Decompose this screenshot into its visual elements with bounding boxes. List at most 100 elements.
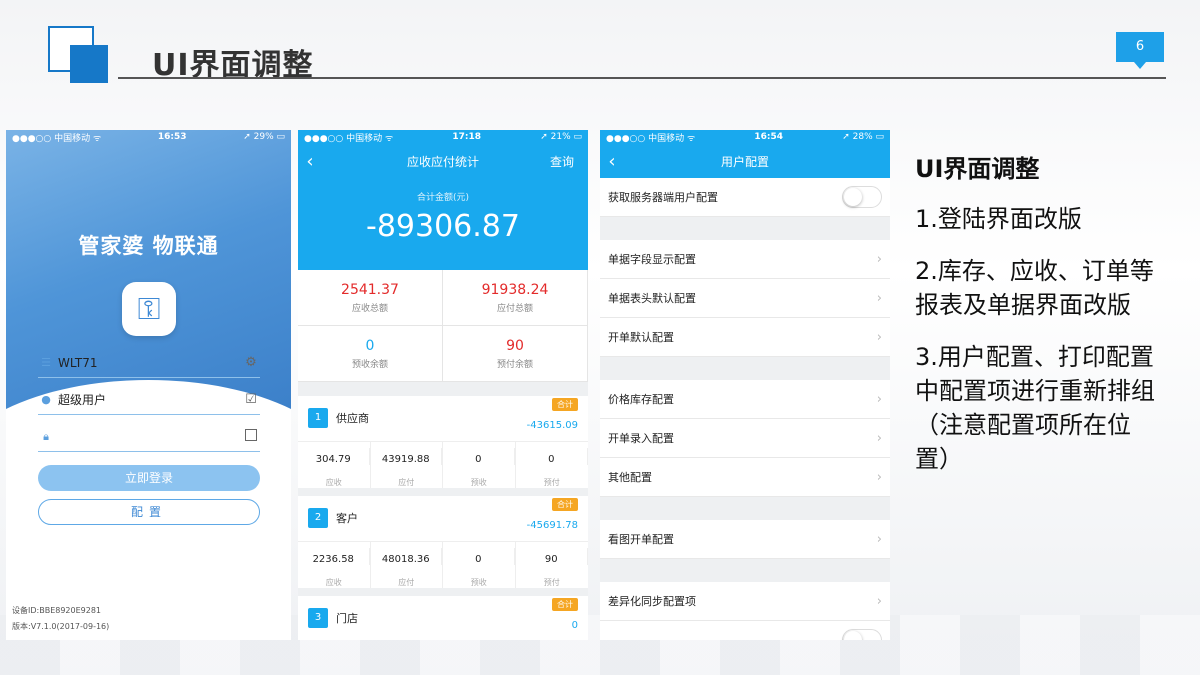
carrier-text: ●●●○○ 中国移动 ᯤ: [304, 133, 394, 144]
clock: 16:53: [157, 132, 187, 142]
card-index: 2: [308, 508, 328, 528]
login-screen: ●●●○○ 中国移动 ᯤ 16:53 ➚ 29% ▭ 管家婆 物联通 ⚿ ☰ W…: [6, 130, 291, 640]
password-field[interactable]: 🔒︎: [38, 422, 260, 452]
screen-title: 应收应付统计: [406, 154, 479, 169]
card-col: 43919.88 应付: [371, 442, 443, 488]
total-tag: 合计: [552, 498, 578, 511]
note-item-3: 3.用户配置、打印配置中配置项进行重新排组（注意配置项所在位置）: [915, 343, 1155, 473]
summary-value: 2541.37: [341, 282, 399, 298]
setting-header-default[interactable]: 单据表头默认配置 ›: [600, 279, 890, 318]
setting-label: 单据表头默认配置: [608, 292, 696, 305]
notes-heading: UI界面调整: [915, 155, 1040, 183]
user-icon: ●: [41, 393, 51, 406]
username-field[interactable]: ☰ WLT71 ⚙: [38, 348, 260, 378]
col-label: 应付: [398, 478, 415, 487]
chevron-right-icon: ›: [876, 531, 882, 547]
col-value: 2236.58: [298, 548, 370, 565]
setting-order-entry[interactable]: 开单录入配置 ›: [600, 419, 890, 458]
category-card-supplier[interactable]: 1 供应商 合计 -43615.09 304.79 应收 43919.88 应付 0…: [298, 396, 588, 488]
config-button[interactable]: 配置: [38, 499, 260, 525]
setting-partial[interactable]: [600, 621, 890, 640]
screen-title: 用户配置: [720, 154, 769, 169]
card-col: 304.79 应收: [298, 442, 371, 488]
setting-label: 开单录入配置: [608, 432, 674, 445]
col-value: 0: [443, 548, 515, 565]
summary-label: 应付总额: [496, 304, 533, 314]
carrier-text: ●●●○○ 中国移动 ᯤ: [12, 133, 102, 144]
setting-other[interactable]: 其他配置 ›: [600, 458, 890, 497]
setting-label: 其他配置: [608, 471, 652, 484]
col-label: 应收: [325, 578, 342, 587]
col-value: 43919.88: [371, 448, 442, 465]
summary-value: 90: [506, 338, 524, 354]
setting-price-stock[interactable]: 价格库存配置 ›: [600, 380, 890, 419]
setting-order-default[interactable]: 开单默认配置 ›: [600, 318, 890, 357]
total-tag: 合计: [552, 598, 578, 611]
status-bar: ●●●○○ 中国移动 ᯤ 17:18 ➚ 21% ▭: [298, 130, 588, 144]
category-card-customer[interactable]: 2 客户 合计 -45691.78 2236.58 应收 48018.36 应付 0…: [298, 496, 588, 588]
status-bar: ●●●○○ 中国移动 ᯤ 16:53 ➚ 29% ▭: [6, 130, 291, 144]
remember-checkbox[interactable]: [242, 428, 260, 445]
lock-icon: 🔒︎: [43, 429, 49, 443]
stats-header: ●●●○○ 中国移动 ᯤ 17:18 ➚ 21% ▭ ‹ 应收应付统计 查询 合…: [298, 130, 588, 270]
settings-header: ●●●○○ 中国移动 ᯤ 16:54 ➚ 28% ▭ ‹ 用户配置: [600, 130, 890, 178]
back-icon[interactable]: ‹: [298, 151, 322, 172]
login-button[interactable]: 立即登录: [38, 465, 260, 491]
setting-label: 开单默认配置: [608, 331, 674, 344]
col-value: 0: [443, 448, 515, 465]
setting-label: 获取服务器端用户配置: [608, 191, 718, 204]
setting-diff-sync[interactable]: 差异化同步配置项 ›: [600, 582, 890, 621]
summary-grid: 2541.37 应收总额 91938.24 应付总额 0 预收余额 90 预付余…: [298, 270, 588, 382]
partial-toggle[interactable]: [842, 629, 882, 640]
card-index: 3: [308, 608, 328, 628]
note-item-1: 1.登陆界面改版: [915, 205, 1082, 233]
list-icon: ☰: [41, 356, 51, 369]
clock: 16:54: [754, 132, 784, 142]
query-button[interactable]: 查询: [550, 153, 588, 170]
username-value: WLT71: [58, 355, 98, 370]
summary-receivable[interactable]: 2541.37 应收总额: [298, 270, 443, 326]
card-col: 0 预付: [516, 442, 588, 488]
stats-screen: ●●●○○ 中国移动 ᯤ 17:18 ➚ 21% ▭ ‹ 应收应付统计 查询 合…: [298, 130, 588, 640]
battery-text: ➚ 21% ▭: [540, 132, 582, 142]
chevron-right-icon: ›: [876, 391, 882, 407]
card-name: 客户: [336, 512, 358, 525]
col-label: 预收: [470, 578, 487, 587]
col-label: 应付: [398, 578, 415, 587]
total-value: -89306.87: [366, 209, 520, 244]
note-item-2: 2.库存、应收、订单等报表及单据界面改版: [915, 257, 1154, 319]
setting-field-display[interactable]: 单据字段显示配置 ›: [600, 240, 890, 279]
summary-value: 0: [365, 338, 375, 354]
summary-payable[interactable]: 91938.24 应付总额: [443, 270, 588, 326]
nav-bar: ‹ 应收应付统计 查询: [298, 144, 588, 178]
total-label: 合计金额(元): [416, 193, 470, 203]
card-name: 门店: [336, 612, 358, 625]
status-bar: ●●●○○ 中国移动 ᯤ 16:54 ➚ 28% ▭: [600, 130, 890, 144]
category-card-store[interactable]: 3 门店 合计 0: [298, 596, 588, 640]
col-value: 90: [516, 548, 588, 565]
card-total: -45691.78: [526, 520, 578, 531]
summary-prereceived[interactable]: 0 预收余额: [298, 326, 443, 382]
setting-view-order[interactable]: 看图开单配置 ›: [600, 520, 890, 559]
chevron-right-icon: ›: [876, 469, 882, 485]
role-value: 超级用户: [58, 393, 107, 407]
chevron-right-icon: ›: [876, 430, 882, 446]
gear-icon[interactable]: ⚙: [242, 355, 260, 370]
battery-text: ➚ 28% ▭: [842, 132, 884, 142]
col-value: 0: [516, 448, 588, 465]
page-number-badge: 6: [1116, 32, 1164, 69]
summary-prepaid[interactable]: 90 预付余额: [443, 326, 588, 382]
notes-panel: UI界面调整 1.登陆界面改版 2.库存、应收、订单等报表及单据界面改版 3.用…: [915, 152, 1165, 494]
checked-box-icon[interactable]: ☑: [242, 392, 260, 407]
card-col: 0 预收: [443, 442, 516, 488]
card-total: 0: [571, 620, 578, 631]
card-col: 90 预付: [516, 542, 588, 588]
logo-square-fill: [70, 45, 108, 83]
server-config-toggle[interactable]: [842, 186, 882, 208]
chevron-right-icon: ›: [876, 290, 882, 306]
role-field[interactable]: ● 超级用户 ☑: [38, 385, 260, 415]
col-label: 预付: [543, 578, 560, 587]
